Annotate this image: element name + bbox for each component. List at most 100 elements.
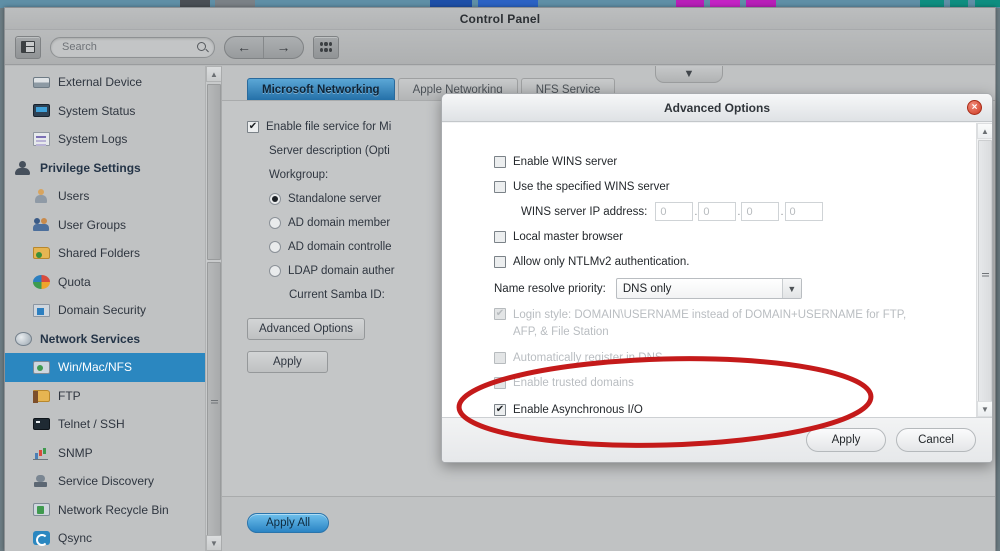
- sidebar-scroll-down-button[interactable]: ▼: [206, 535, 221, 551]
- system-logs-icon: [33, 132, 50, 147]
- sidebar-item-label: Qsync: [58, 531, 93, 546]
- sidebar-item-ftp[interactable]: FTP: [5, 382, 221, 411]
- ntlmv2-checkbox[interactable]: [494, 255, 506, 268]
- telnet-ssh-icon: [33, 418, 50, 431]
- sidebar-group-privilege-settings[interactable]: Privilege Settings: [5, 154, 221, 183]
- sidebar-scrollbar[interactable]: ▲ ▼: [205, 66, 221, 551]
- shared-folder-icon: [33, 247, 50, 260]
- apply-button[interactable]: Apply: [247, 351, 328, 373]
- sidebar-item-label: Domain Security: [58, 303, 147, 318]
- advanced-options-button[interactable]: Advanced Options: [247, 318, 365, 340]
- sidebar-item-external-device[interactable]: External Device: [5, 68, 221, 97]
- service-discovery-icon: [33, 474, 50, 488]
- screen-root: Control Panel ← →: [0, 0, 1000, 551]
- sidebar-item-shared-folders[interactable]: Shared Folders: [5, 239, 221, 268]
- user-icon: [33, 188, 50, 204]
- sidebar-item-win-mac-nfs[interactable]: Win/Mac/NFS: [5, 353, 221, 382]
- apps-grid-button[interactable]: [313, 35, 339, 59]
- privilege-icon: [15, 160, 32, 175]
- enable-wins-server-checkbox[interactable]: [494, 155, 506, 168]
- ip-dot-separator: .: [737, 205, 741, 218]
- ad-domain-controller-radio[interactable]: [269, 241, 281, 253]
- dialog-scroll-thumb[interactable]: [978, 140, 992, 410]
- sidebar-item-quota[interactable]: Quota: [5, 268, 221, 297]
- ldap-domain-auth-radio[interactable]: [269, 265, 281, 277]
- async-io-checkbox[interactable]: [494, 403, 506, 416]
- current-samba-id-label: Current Samba ID:: [289, 289, 385, 301]
- dialog-options-list: Enable WINS server Use the specified WIN…: [442, 123, 992, 417]
- sidebar-scroll-thumb-upper[interactable]: [207, 84, 221, 260]
- sidebar-item-snmp[interactable]: SNMP: [5, 439, 221, 468]
- async-io-label: Enable Asynchronous I/O: [513, 403, 643, 416]
- enable-wins-server-label: Enable WINS server: [513, 155, 618, 168]
- use-specified-wins-server-row: Use the specified WINS server: [494, 174, 992, 199]
- sidebar-item-users[interactable]: Users: [5, 182, 221, 211]
- snmp-icon: [33, 445, 50, 461]
- tab-microsoft-networking[interactable]: Microsoft Networking: [247, 78, 395, 100]
- sidebar: External Device System Status System Log…: [5, 66, 222, 551]
- sidebar-item-label: Shared Folders: [58, 246, 141, 261]
- auto-register-dns-label: Automatically register in DNS: [513, 351, 663, 364]
- system-status-icon: [33, 104, 50, 118]
- sidebar-item-label: User Groups: [58, 217, 127, 232]
- apply-all-button[interactable]: Apply All: [247, 513, 330, 533]
- forward-button[interactable]: →: [264, 37, 303, 58]
- workgroup-label: Workgroup:: [269, 169, 329, 181]
- sidebar-item-qsync[interactable]: Qsync: [5, 524, 221, 551]
- ntlmv2-row: Allow only NTLMv2 authentication.: [494, 249, 992, 274]
- sidebar-item-system-logs[interactable]: System Logs: [5, 125, 221, 154]
- async-io-row: Enable Asynchronous I/O: [494, 397, 992, 417]
- sidebar-scroll-thumb[interactable]: [207, 262, 221, 542]
- search-box[interactable]: [50, 36, 215, 58]
- advanced-options-dialog: Advanced Options × Enable WINS server Us…: [441, 93, 993, 463]
- domain-security-icon: [33, 303, 50, 317]
- wins-ip-label: WINS server IP address:: [521, 205, 648, 218]
- dialog-apply-button[interactable]: Apply: [806, 428, 886, 452]
- window-title: Control Panel: [459, 11, 541, 26]
- local-master-browser-checkbox[interactable]: [494, 230, 506, 243]
- window-titlebar: Control Panel: [5, 8, 995, 30]
- wins-ip-octet-1[interactable]: [655, 202, 694, 221]
- sidebar-item-label: External Device: [58, 75, 143, 90]
- search-input[interactable]: [60, 40, 190, 54]
- use-specified-wins-server-checkbox[interactable]: [494, 180, 506, 193]
- sidebar-item-label: Win/Mac/NFS: [58, 360, 133, 375]
- ad-domain-member-radio[interactable]: [269, 217, 281, 229]
- dialog-titlebar: Advanced Options ×: [442, 94, 992, 122]
- name-resolve-priority-select[interactable]: DNS only: [615, 278, 802, 299]
- enable-file-service-checkbox[interactable]: [247, 121, 259, 133]
- qsync-icon: [33, 531, 50, 547]
- enable-file-service-label: Enable file service for Mi: [266, 121, 392, 133]
- login-style-checkbox: [494, 308, 506, 320]
- sidebar-item-system-status[interactable]: System Status: [5, 97, 221, 126]
- back-button[interactable]: ←: [225, 36, 264, 58]
- dialog-title: Advanced Options: [663, 100, 770, 115]
- radio-label: AD domain member: [288, 217, 391, 229]
- sidebar-item-label: System Logs: [58, 132, 128, 147]
- dialog-scrollbar[interactable]: ▲ ▼: [976, 123, 992, 417]
- sidebar-scroll-up-button[interactable]: ▲: [206, 66, 221, 82]
- close-icon[interactable]: ×: [967, 100, 982, 115]
- sidebar-item-telnet-ssh[interactable]: Telnet / SSH: [5, 410, 221, 439]
- panel-layout-button[interactable]: [15, 35, 41, 59]
- sidebar-item-user-groups[interactable]: User Groups: [5, 211, 221, 240]
- trusted-domains-checkbox: [494, 376, 506, 389]
- auto-register-dns-checkbox: [494, 351, 506, 364]
- ftp-icon: [33, 389, 50, 403]
- sidebar-item-domain-security[interactable]: Domain Security: [5, 296, 221, 325]
- sidebar-item-label: SNMP: [58, 445, 93, 460]
- dialog-scroll-down-button[interactable]: ▼: [977, 401, 992, 417]
- login-style-row: Login style: DOMAIN\USERNAME instead of …: [494, 307, 914, 341]
- wins-ip-octet-2[interactable]: [698, 202, 737, 221]
- sidebar-item-service-discovery[interactable]: Service Discovery: [5, 467, 221, 496]
- standalone-server-radio[interactable]: [269, 193, 281, 205]
- sidebar-item-label: Users: [58, 189, 90, 204]
- wins-ip-octet-3[interactable]: [741, 202, 780, 221]
- dialog-cancel-button[interactable]: Cancel: [896, 428, 976, 452]
- use-specified-wins-server-label: Use the specified WINS server: [513, 180, 670, 193]
- sidebar-item-network-recycle-bin[interactable]: Network Recycle Bin: [5, 496, 221, 525]
- sidebar-item-label: Network Recycle Bin: [58, 502, 169, 517]
- wins-ip-octet-4[interactable]: [784, 202, 823, 221]
- dialog-scroll-up-button[interactable]: ▲: [977, 123, 992, 139]
- sidebar-group-network-services[interactable]: Network Services: [5, 325, 221, 354]
